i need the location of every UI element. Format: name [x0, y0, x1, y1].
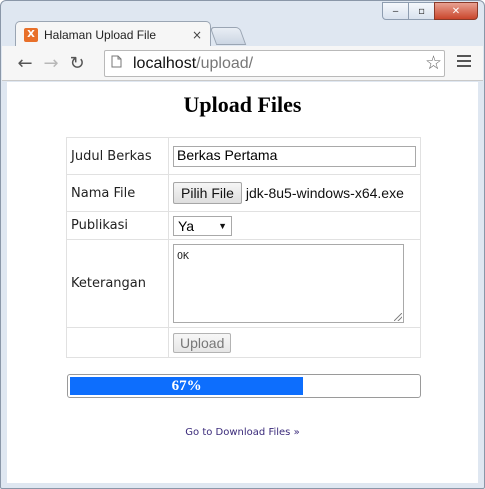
publikasi-label: Publikasi	[66, 211, 169, 240]
browser-toolbar: ← → ↻ localhost/upload/ ☆	[2, 46, 483, 81]
empty-cell	[66, 327, 169, 358]
hamburger-menu-icon[interactable]	[457, 55, 471, 70]
upload-progress-bar: 67%	[67, 374, 421, 398]
publikasi-value: Ya	[178, 217, 195, 234]
back-arrow-icon[interactable]: ←	[12, 53, 38, 74]
tab-close-icon[interactable]: ×	[190, 28, 204, 42]
url-text: localhost/upload/	[133, 54, 254, 72]
judul-label: Judul Berkas	[66, 137, 169, 175]
selected-file-name: jdk-8u5-windows-x64.exe	[245, 185, 404, 201]
bookmark-star-icon[interactable]: ☆	[425, 52, 442, 74]
dropdown-arrow-icon: ▼	[218, 220, 227, 231]
page-viewport: Upload Files Judul Berkas Berkas Pertama…	[7, 82, 478, 483]
keterangan-textarea[interactable]: OK	[173, 244, 404, 323]
browser-window: ‒ ▫ ✕ X Halaman Upload File × ← → ↻ loca…	[0, 0, 485, 489]
page-icon	[111, 55, 127, 72]
browser-tab[interactable]: X Halaman Upload File ×	[15, 21, 211, 47]
choose-file-button[interactable]: Pilih File	[173, 182, 242, 204]
resize-grip-icon[interactable]	[394, 313, 402, 321]
close-window-button[interactable]: ✕	[434, 2, 478, 20]
forward-arrow-icon[interactable]: →	[38, 53, 64, 74]
upload-button[interactable]: Upload	[173, 332, 232, 353]
keterangan-label: Keterangan	[66, 239, 169, 328]
tab-title: Halaman Upload File	[44, 27, 157, 42]
progress-label: 67%	[171, 377, 202, 394]
address-bar[interactable]: localhost/upload/ ☆	[104, 50, 445, 77]
judul-input[interactable]: Berkas Pertama	[173, 145, 416, 167]
window-controls: ‒ ▫ ✕	[382, 2, 478, 20]
minimize-button[interactable]: ‒	[382, 2, 409, 20]
publikasi-select[interactable]: Ya ▼	[173, 215, 232, 236]
new-tab-button[interactable]	[209, 27, 247, 45]
keterangan-value: OK	[177, 251, 190, 262]
upload-form: Judul Berkas Berkas Pertama Nama File Pi…	[66, 137, 421, 358]
progress-fill: 67%	[70, 377, 304, 395]
reload-icon[interactable]: ↻	[64, 53, 90, 74]
nama-file-label: Nama File	[66, 174, 169, 212]
maximize-button[interactable]: ▫	[408, 2, 435, 20]
xampp-favicon-icon: X	[24, 27, 38, 42]
page-title: Upload Files	[183, 92, 302, 117]
download-files-link[interactable]: Go to Download Files »	[7, 427, 478, 438]
